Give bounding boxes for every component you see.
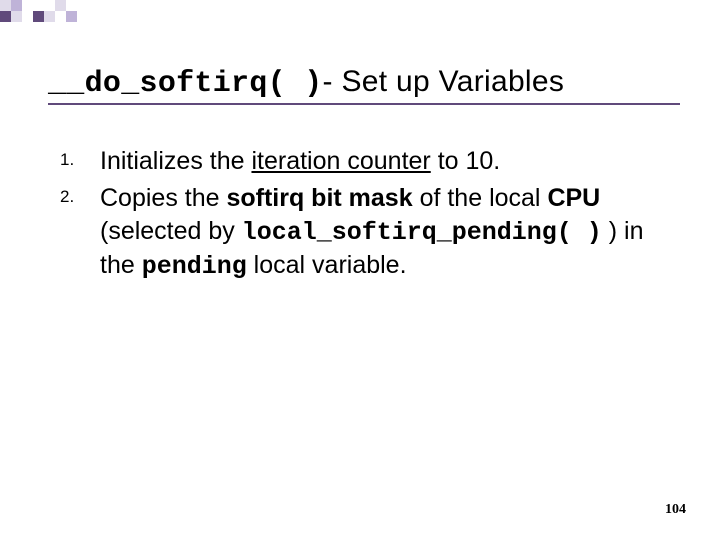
deco-square	[11, 0, 22, 11]
deco-square	[44, 11, 55, 22]
text: to 10.	[431, 147, 501, 175]
mono-text: local_softirq_pending( )	[242, 218, 602, 247]
deco-square	[55, 0, 66, 11]
deco-square	[33, 0, 44, 11]
body-list: Initializes the iteration counter to 10.…	[60, 145, 670, 287]
deco-square	[44, 0, 55, 11]
deco-square	[11, 11, 22, 22]
bold-text: softirq bit mask	[226, 184, 412, 212]
slide-title: __do_softirq( )- Set up Variables	[48, 65, 680, 101]
text: Copies the	[100, 184, 226, 212]
mono-text: pending	[142, 252, 247, 281]
deco-square	[22, 11, 33, 22]
deco-square	[55, 11, 66, 22]
deco-square	[22, 0, 33, 11]
deco-square	[0, 11, 11, 22]
deco-square	[66, 11, 77, 22]
deco-square	[33, 11, 44, 22]
deco-square	[0, 0, 11, 11]
slide: __do_softirq( )- Set up Variables Initia…	[0, 0, 720, 540]
decoration-row-2	[0, 11, 77, 22]
title-rest: - Set up Variables	[323, 65, 565, 98]
text: (selected by	[100, 217, 242, 245]
underlined-text: iteration counter	[251, 147, 430, 175]
decoration-row-1	[0, 0, 66, 11]
text: local variable.	[247, 251, 407, 279]
title-code: __do_softirq( )	[48, 67, 323, 101]
list-item: Initializes the iteration counter to 10.	[60, 145, 670, 178]
title-underline: __do_softirq( )- Set up Variables	[48, 65, 680, 105]
bold-text: CPU	[547, 184, 600, 212]
text: Initializes the	[100, 147, 251, 175]
list-item: Copies the softirq bit mask of the local…	[60, 182, 670, 283]
text: of the local	[413, 184, 548, 212]
page-number: 104	[665, 502, 686, 518]
